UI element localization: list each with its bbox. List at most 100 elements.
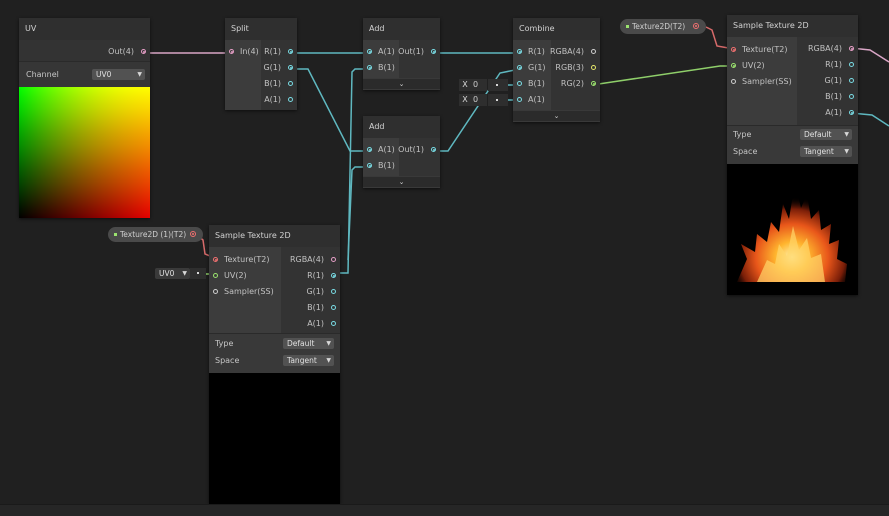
add1-in-b-dot[interactable]	[367, 65, 372, 70]
combine-node-title[interactable]: Combine	[513, 18, 600, 40]
split-node-title[interactable]: Split	[225, 18, 297, 40]
combine-in-g[interactable]: G(1)	[517, 60, 546, 76]
sample2-out-rgba-dot[interactable]	[331, 257, 336, 262]
add2-in-a[interactable]: A(1)	[367, 142, 395, 158]
uv-out-port[interactable]: Out(4)	[108, 44, 146, 60]
sample-texture-node-1[interactable]: Sample Texture 2D Texture(T2) UV(2) Samp…	[727, 15, 858, 295]
sample2-in-uv-dot[interactable]	[213, 273, 218, 278]
uv-channel-dropdown[interactable]: UV0 ▼	[92, 69, 145, 80]
combine-in-r-dot[interactable]	[517, 49, 522, 54]
sample2-out-a[interactable]: A(1)	[307, 316, 336, 332]
sample2-type-dropdown[interactable]: Default ▼	[283, 338, 334, 349]
sample2-out-g-dot[interactable]	[331, 289, 336, 294]
add2-expand-toggle[interactable]: ⌄	[363, 177, 440, 187]
sample1-title[interactable]: Sample Texture 2D	[727, 15, 858, 37]
add1-in-b[interactable]: B(1)	[367, 60, 395, 76]
sample1-type-dropdown[interactable]: Default ▼	[800, 129, 852, 140]
sample1-space-dropdown[interactable]: Tangent ▼	[800, 146, 852, 157]
sample1-in-sampler[interactable]: Sampler(SS)	[731, 74, 792, 90]
sample2-out-g[interactable]: G(1)	[306, 284, 336, 300]
combine-a-field[interactable]: X0	[459, 94, 487, 106]
combine-in-r[interactable]: R(1)	[517, 44, 545, 60]
uv-node-title[interactable]: UV	[19, 18, 150, 40]
sample1-out-a[interactable]: A(1)	[825, 105, 854, 121]
split-out-r-dot[interactable]	[288, 49, 293, 54]
add2-in-a-dot[interactable]	[367, 147, 372, 152]
add-node-1[interactable]: Add A(1) B(1) Out(1) ⌄	[363, 18, 440, 90]
add-node-2[interactable]: Add A(1) B(1) Out(1) ⌄	[363, 116, 440, 188]
add1-out-dot[interactable]	[431, 49, 436, 54]
add-node-2-title[interactable]: Add	[363, 116, 440, 138]
combine-b-field[interactable]: X0	[459, 79, 487, 91]
texture-property-node-1[interactable]: Texture2D(T2)	[620, 19, 706, 34]
sample-texture-node-2[interactable]: Sample Texture 2D Texture(T2) UV(2) Samp…	[209, 225, 340, 504]
split-node[interactable]: Split In(4) R(1) G(1) B(1) A(1)	[225, 18, 297, 110]
add2-in-b-dot[interactable]	[367, 163, 372, 168]
combine-node[interactable]: Combine R(1) G(1) B(1) A(1) RGBA(4) RGB(…	[513, 18, 600, 122]
sample1-in-uv[interactable]: UV(2)	[731, 58, 765, 74]
texture-output-port-icon[interactable]	[190, 231, 196, 237]
sample1-in-sampler-dot[interactable]	[731, 79, 736, 84]
sample2-uv-default-dropdown[interactable]: UV0 ▼	[155, 268, 190, 279]
split-in-port[interactable]: In(4)	[229, 44, 259, 60]
split-out-g[interactable]: G(1)	[263, 60, 293, 76]
sample2-out-r[interactable]: R(1)	[307, 268, 336, 284]
add2-in-b[interactable]: B(1)	[367, 158, 395, 174]
sample1-out-b-dot[interactable]	[849, 94, 854, 99]
sample1-out-g[interactable]: G(1)	[824, 73, 854, 89]
add-node-1-title[interactable]: Add	[363, 18, 440, 40]
shader-graph-canvas[interactable]: UV Out(4) Channel UV0 ▼ Split In(4) R(1)…	[0, 0, 889, 516]
combine-in-b[interactable]: B(1)	[517, 76, 545, 92]
add2-out-dot[interactable]	[431, 147, 436, 152]
add1-out[interactable]: Out(1)	[398, 44, 436, 60]
split-in-dot[interactable]	[229, 49, 234, 54]
uv-node[interactable]: UV Out(4) Channel UV0 ▼	[19, 18, 150, 218]
texture-property-node-2[interactable]: Texture2D (1)(T2)	[108, 227, 203, 242]
split-out-g-dot[interactable]	[288, 65, 293, 70]
sample1-in-texture[interactable]: Texture(T2)	[731, 42, 788, 58]
add1-in-a[interactable]: A(1)	[367, 44, 395, 60]
combine-out-rg-dot[interactable]	[591, 81, 596, 86]
sample2-out-r-dot[interactable]	[331, 273, 336, 278]
sample2-in-uv[interactable]: UV(2)	[213, 268, 247, 284]
combine-out-rg[interactable]: RG(2)	[561, 76, 596, 92]
split-out-r[interactable]: R(1)	[264, 44, 293, 60]
sample2-out-a-dot[interactable]	[331, 321, 336, 326]
split-out-a[interactable]: A(1)	[264, 92, 293, 108]
sample1-out-b[interactable]: B(1)	[825, 89, 854, 105]
add2-out[interactable]: Out(1)	[398, 142, 436, 158]
add1-expand-toggle[interactable]: ⌄	[363, 79, 440, 89]
texture-output-port-icon[interactable]	[693, 23, 699, 29]
combine-expand-toggle[interactable]: ⌄	[513, 111, 600, 121]
combine-in-b-dot[interactable]	[517, 81, 522, 86]
sample1-out-g-dot[interactable]	[849, 78, 854, 83]
sample1-in-texture-dot[interactable]	[731, 47, 736, 52]
sample2-in-texture-dot[interactable]	[213, 257, 218, 262]
sample1-out-rgba-dot[interactable]	[849, 46, 854, 51]
sample1-out-r[interactable]: R(1)	[825, 57, 854, 73]
combine-out-rgba[interactable]: RGBA(4)	[550, 44, 596, 60]
combine-out-rgb[interactable]: RGB(3)	[555, 60, 596, 76]
sample2-in-texture[interactable]: Texture(T2)	[213, 252, 270, 268]
split-out-a-dot[interactable]	[288, 97, 293, 102]
combine-in-g-dot[interactable]	[517, 65, 522, 70]
split-out-b-dot[interactable]	[288, 81, 293, 86]
sample1-out-a-dot[interactable]	[849, 110, 854, 115]
uv-out-dot[interactable]	[141, 49, 146, 54]
sample2-title[interactable]: Sample Texture 2D	[209, 225, 340, 247]
combine-out-rgb-dot[interactable]	[591, 65, 596, 70]
sample2-in-sampler-dot[interactable]	[213, 289, 218, 294]
sample2-in-sampler[interactable]: Sampler(SS)	[213, 284, 274, 300]
sample2-space-dropdown[interactable]: Tangent ▼	[283, 355, 334, 366]
sample2-out-b[interactable]: B(1)	[307, 300, 336, 316]
combine-in-a[interactable]: A(1)	[517, 92, 545, 108]
sample1-out-r-dot[interactable]	[849, 62, 854, 67]
sample1-in-uv-dot[interactable]	[731, 63, 736, 68]
sample2-out-rgba[interactable]: RGBA(4)	[290, 252, 336, 268]
sample1-out-rgba[interactable]: RGBA(4)	[808, 41, 854, 57]
combine-out-rgba-dot[interactable]	[591, 49, 596, 54]
split-out-b[interactable]: B(1)	[264, 76, 293, 92]
combine-in-a-dot[interactable]	[517, 97, 522, 102]
add1-in-a-dot[interactable]	[367, 49, 372, 54]
sample2-out-b-dot[interactable]	[331, 305, 336, 310]
